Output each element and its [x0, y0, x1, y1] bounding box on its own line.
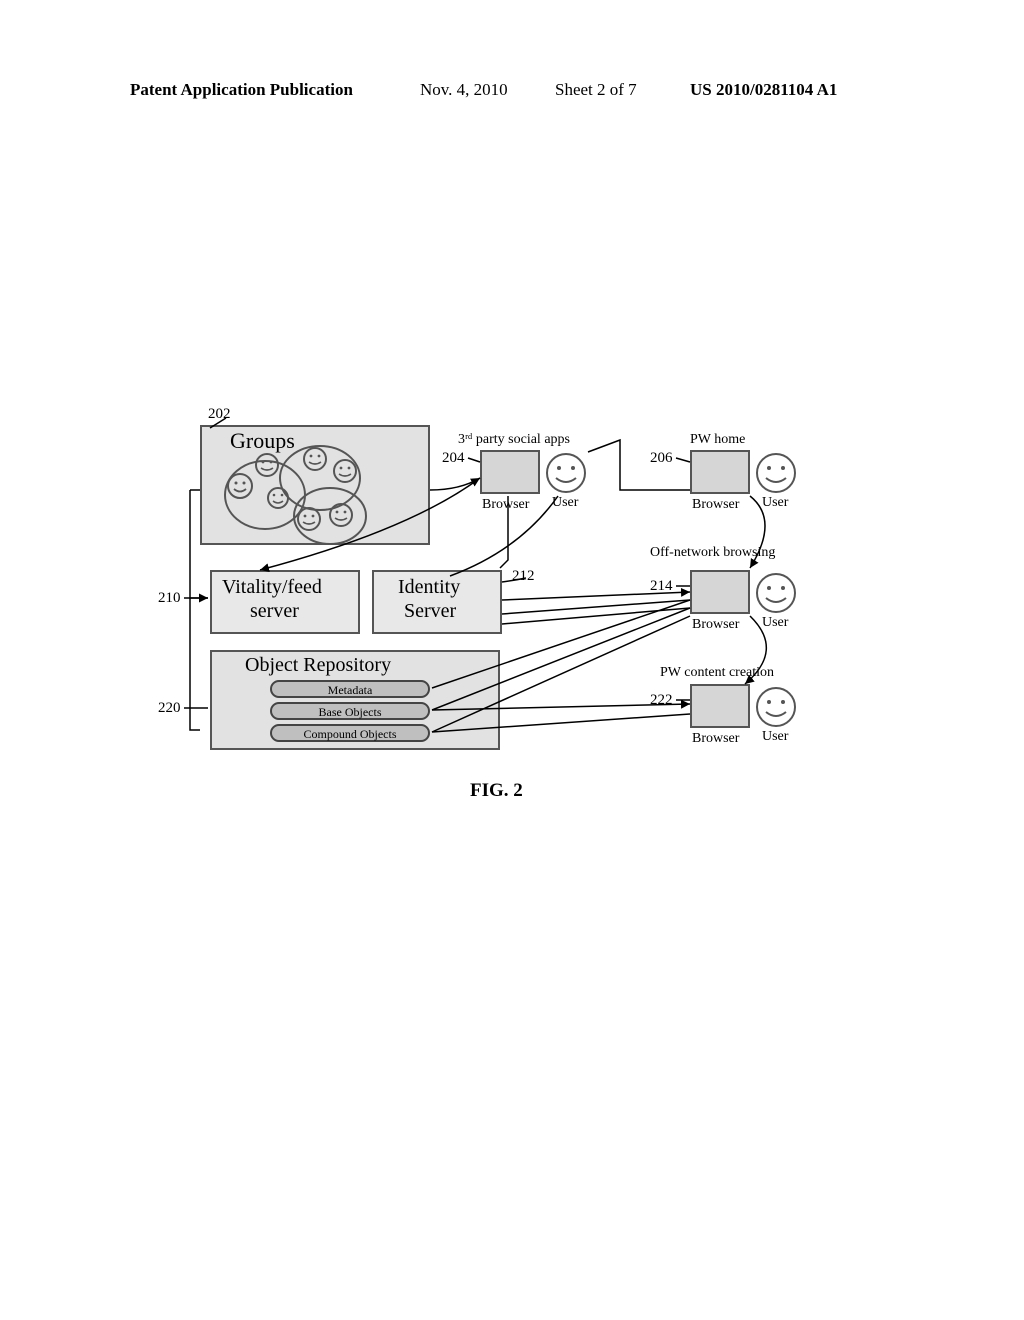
pub-date: Nov. 4, 2010 [420, 80, 508, 100]
metadata-pill: Metadata [270, 680, 430, 698]
browser-label: Browser [692, 497, 739, 513]
ref-212: 212 [512, 568, 535, 585]
ref-214: 214 [650, 578, 673, 595]
pw-home-label: PW home [690, 432, 745, 448]
browser-box-222 [690, 684, 750, 728]
groups-title: Groups [230, 428, 295, 454]
vitality-text1: Vitality/feed [222, 576, 322, 599]
identity-text1: Identity [398, 576, 460, 599]
repo-title: Object Repository [245, 654, 391, 677]
figure-2: Groups 3ʳᵈ party social apps Browser Use… [150, 400, 870, 820]
user-icon [755, 572, 797, 614]
browser-label: Browser [692, 731, 739, 747]
smiley-icon [302, 446, 328, 472]
third-party-label: 3ʳᵈ party social apps [458, 432, 570, 448]
ref-220: 220 [158, 700, 181, 717]
user-label: User [762, 729, 788, 745]
patent-number: US 2010/0281104 A1 [690, 80, 837, 100]
browser-box-206 [690, 450, 750, 494]
ref-202: 202 [208, 406, 231, 423]
user-label: User [762, 615, 788, 631]
ref-204: 204 [442, 450, 465, 467]
ref-222: 222 [650, 692, 673, 709]
user-label: User [552, 495, 578, 511]
user-icon [755, 452, 797, 494]
compound-objects-pill: Compound Objects [270, 724, 430, 742]
smiley-icon [328, 502, 354, 528]
pw-content-label: PW content creation [660, 665, 774, 681]
vitality-text2: server [250, 600, 299, 623]
figure-caption: FIG. 2 [470, 780, 523, 802]
pub-label: Patent Application Publication [130, 80, 353, 100]
ref-206: 206 [650, 450, 673, 467]
smiley-icon [296, 506, 322, 532]
smiley-icon [332, 458, 358, 484]
browser-label: Browser [692, 617, 739, 633]
sheet-label: Sheet 2 of 7 [555, 80, 637, 100]
user-label: User [762, 495, 788, 511]
user-icon [545, 452, 587, 494]
browser-label: Browser [482, 497, 529, 513]
smiley-icon [226, 472, 254, 500]
browser-box-204 [480, 450, 540, 494]
off-network-label: Off-network browsing [650, 545, 775, 561]
browser-box-214 [690, 570, 750, 614]
user-icon [755, 686, 797, 728]
smiley-icon [254, 452, 280, 478]
smiley-icon [266, 486, 290, 510]
ref-210: 210 [158, 590, 181, 607]
base-objects-pill: Base Objects [270, 702, 430, 720]
identity-text2: Server [404, 600, 456, 623]
